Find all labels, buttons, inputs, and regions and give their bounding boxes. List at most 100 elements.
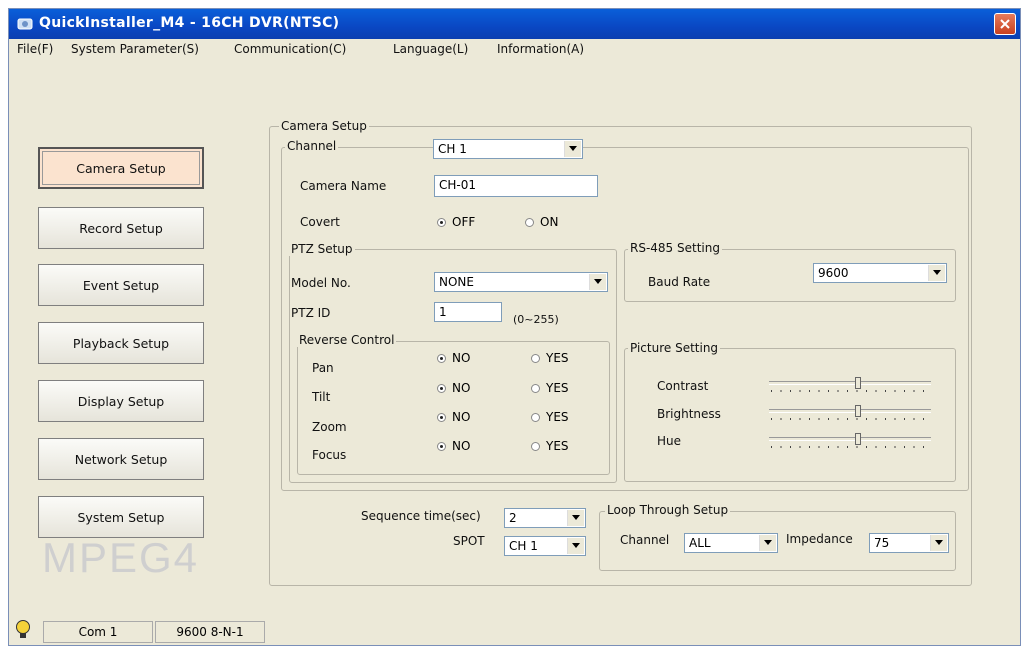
slider-ticks: [771, 390, 929, 392]
radio-unselected-icon: [531, 413, 540, 422]
playback-setup-button[interactable]: Playback Setup: [38, 322, 204, 364]
chevron-down-icon: [759, 535, 776, 551]
slider-thumb[interactable]: [855, 433, 861, 445]
covert-off-label: OFF: [452, 215, 476, 229]
pan-no-radio[interactable]: NO: [437, 351, 470, 365]
slider-track: [769, 409, 931, 413]
zoom-yes-radio[interactable]: YES: [531, 410, 569, 424]
impedance-value: 75: [874, 536, 890, 550]
channel-select[interactable]: CH 1: [433, 139, 583, 159]
radio-selected-icon: [437, 442, 446, 451]
chevron-down-icon: [928, 265, 945, 281]
hue-slider[interactable]: [769, 433, 931, 451]
window-title: QuickInstaller_M4 - 16CH DVR(NTSC): [39, 15, 340, 31]
app-icon: [17, 18, 33, 30]
menu-information[interactable]: Information(A): [497, 42, 584, 56]
chevron-down-icon: [567, 538, 584, 554]
focus-no-radio[interactable]: NO: [437, 439, 470, 453]
ptz-id-range: (0~255): [513, 313, 559, 326]
sequence-time-label: Sequence time(sec): [361, 509, 481, 523]
lightbulb-icon: [16, 620, 30, 638]
loop-channel-label: Channel: [620, 533, 670, 547]
slider-thumb[interactable]: [855, 405, 861, 417]
tilt-yes-label: YES: [546, 381, 569, 395]
loop-through-label: Loop Through Setup: [605, 503, 731, 517]
spot-label: SPOT: [453, 534, 485, 548]
camera-setup-group-label: Camera Setup: [279, 119, 369, 133]
status-settings: 9600 8-N-1: [155, 621, 265, 643]
baud-rate-value: 9600: [818, 266, 849, 280]
zoom-yes-label: YES: [546, 410, 569, 424]
chevron-down-icon: [564, 141, 581, 157]
camera-name-value: CH-01: [439, 178, 477, 192]
covert-on-radio[interactable]: ON: [525, 215, 558, 229]
tilt-no-label: NO: [452, 381, 471, 395]
zoom-no-radio[interactable]: NO: [437, 410, 470, 424]
menu-file[interactable]: File(F): [17, 42, 53, 56]
covert-on-label: ON: [540, 215, 559, 229]
focus-label: Focus: [312, 448, 347, 462]
ptz-id-input[interactable]: 1: [434, 302, 502, 322]
sequence-time-value: 2: [509, 511, 517, 525]
baud-rate-select[interactable]: 9600: [813, 263, 947, 283]
slider-ticks: [771, 418, 929, 420]
menu-system-parameter[interactable]: System Parameter(S): [71, 42, 199, 56]
impedance-select[interactable]: 75: [869, 533, 949, 553]
spot-value: CH 1: [509, 539, 538, 553]
radio-unselected-icon: [531, 384, 540, 393]
radio-selected-icon: [437, 218, 446, 227]
brightness-label: Brightness: [657, 407, 721, 421]
app-window: QuickInstaller_M4 - 16CH DVR(NTSC) File(…: [8, 8, 1021, 646]
focus-yes-radio[interactable]: YES: [531, 439, 569, 453]
chevron-down-icon: [567, 510, 584, 526]
camera-name-label: Camera Name: [300, 179, 387, 193]
radio-unselected-icon: [531, 442, 540, 451]
ptz-setup-label: PTZ Setup: [289, 242, 355, 256]
impedance-label: Impedance: [786, 532, 853, 546]
zoom-label: Zoom: [312, 420, 347, 434]
tilt-no-radio[interactable]: NO: [437, 381, 470, 395]
radio-selected-icon: [437, 354, 446, 363]
ptz-id-value: 1: [439, 305, 447, 319]
status-bar: Com 1 9600 8-N-1: [9, 613, 1020, 645]
record-setup-button[interactable]: Record Setup: [38, 207, 204, 249]
covert-label: Covert: [300, 215, 340, 229]
brightness-slider[interactable]: [769, 405, 931, 423]
loop-channel-select[interactable]: ALL: [684, 533, 778, 553]
menu-communication[interactable]: Communication(C): [234, 42, 346, 56]
model-no-value: NONE: [439, 275, 474, 289]
model-no-label: Model No.: [291, 276, 351, 290]
system-setup-button[interactable]: System Setup: [38, 496, 204, 538]
loop-channel-value: ALL: [689, 536, 711, 550]
camera-name-input[interactable]: CH-01: [434, 175, 598, 197]
spot-select[interactable]: CH 1: [504, 536, 586, 556]
contrast-slider[interactable]: [769, 377, 931, 395]
camera-setup-button[interactable]: Camera Setup: [38, 147, 204, 189]
slider-thumb[interactable]: [855, 377, 861, 389]
picture-setting-label: Picture Setting: [628, 341, 721, 355]
pan-no-label: NO: [452, 351, 471, 365]
radio-unselected-icon: [531, 354, 540, 363]
close-button[interactable]: [994, 13, 1016, 35]
focus-yes-label: YES: [546, 439, 569, 453]
tilt-yes-radio[interactable]: YES: [531, 381, 569, 395]
focus-no-label: NO: [452, 439, 471, 453]
sequence-time-select[interactable]: 2: [504, 508, 586, 528]
radio-unselected-icon: [525, 218, 534, 227]
slider-track: [769, 437, 931, 441]
radio-selected-icon: [437, 413, 446, 422]
chevron-down-icon: [589, 274, 606, 290]
chevron-down-icon: [930, 535, 947, 551]
model-no-select[interactable]: NONE: [434, 272, 608, 292]
pan-yes-radio[interactable]: YES: [531, 351, 569, 365]
slider-track: [769, 381, 931, 385]
pan-yes-label: YES: [546, 351, 569, 365]
display-setup-button[interactable]: Display Setup: [38, 380, 204, 422]
channel-select-value: CH 1: [438, 142, 467, 156]
title-bar[interactable]: QuickInstaller_M4 - 16CH DVR(NTSC): [9, 9, 1020, 39]
covert-off-radio[interactable]: OFF: [437, 215, 475, 229]
menu-language[interactable]: Language(L): [393, 42, 468, 56]
status-port: Com 1: [43, 621, 153, 643]
network-setup-button[interactable]: Network Setup: [38, 438, 204, 480]
event-setup-button[interactable]: Event Setup: [38, 264, 204, 306]
